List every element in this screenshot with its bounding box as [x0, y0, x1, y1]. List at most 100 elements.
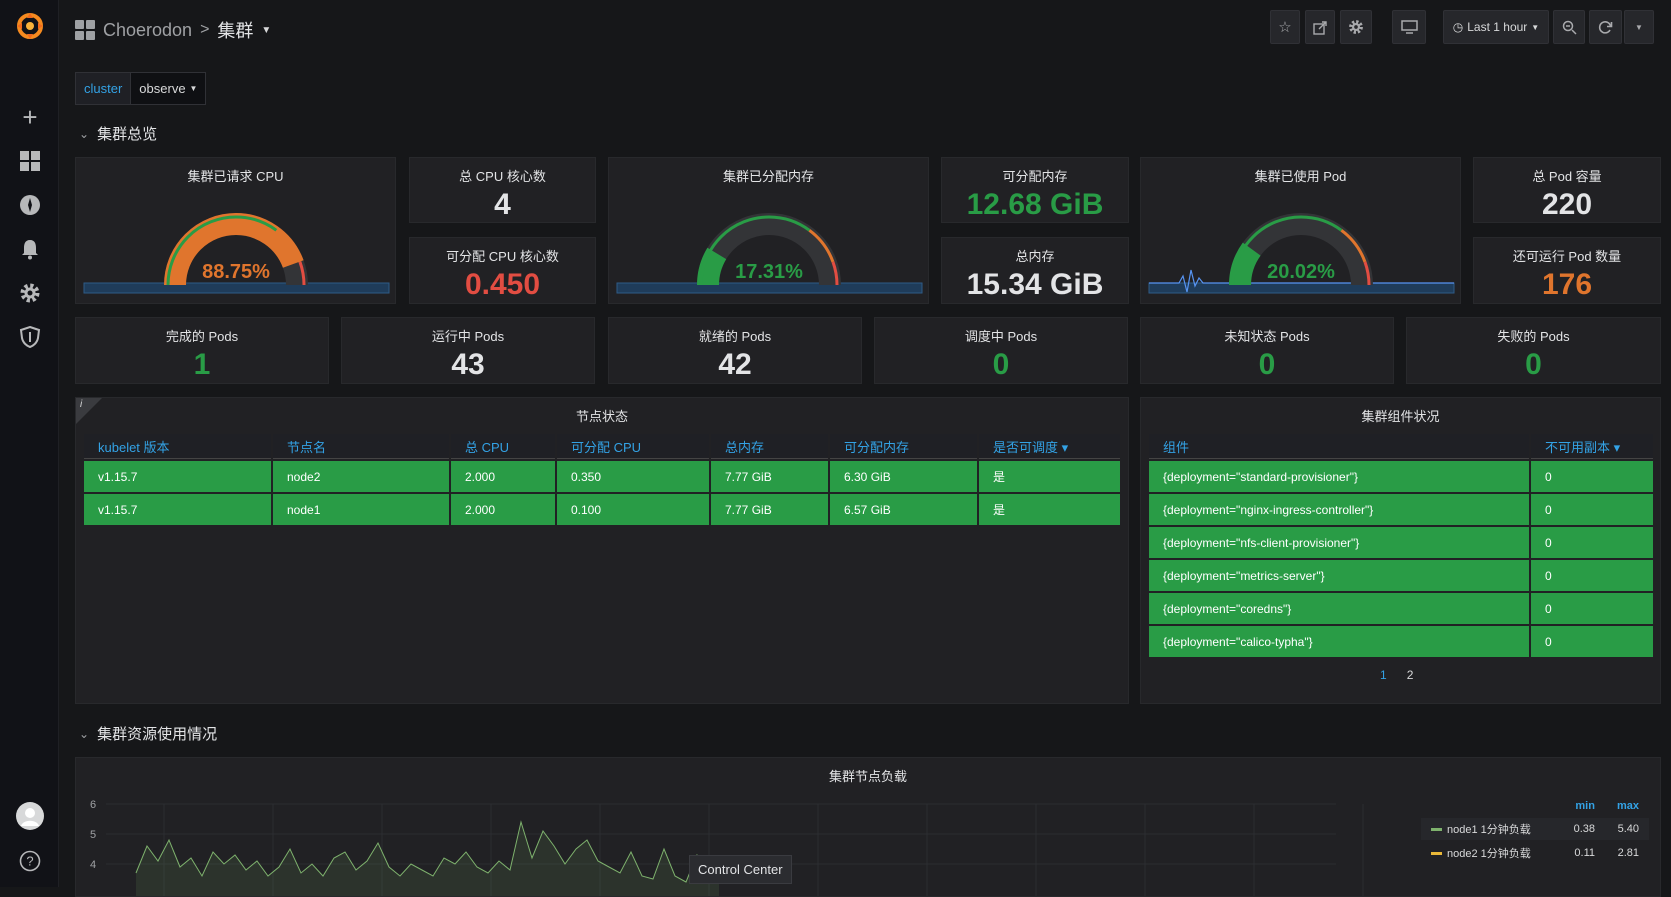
table-pagination: 1 2: [1380, 668, 1413, 682]
column-header[interactable]: 节点名: [273, 434, 449, 459]
refresh-button[interactable]: [1589, 10, 1622, 44]
legend-min: 0.11: [1574, 847, 1595, 859]
column-header[interactable]: kubelet 版本: [84, 434, 271, 459]
column-header[interactable]: 组件: [1149, 434, 1529, 459]
legend-min: 0.38: [1573, 823, 1595, 835]
stat-value: 220: [1541, 188, 1593, 221]
table-cell: v1.15.7: [84, 461, 271, 492]
panel-cluster-components[interactable]: 集群组件状况 组件 不可用副本 ▾ {deployment="standard-…: [1140, 397, 1661, 704]
panel-pending-pods[interactable]: 调度中 Pods 0: [874, 317, 1128, 384]
table-row: {deployment="metrics-server"} 0: [1149, 560, 1653, 591]
table-row: v1.15.7 node1 2.000 0.100 7.77 GiB 6.57 …: [84, 494, 1120, 525]
panel-failed-pods[interactable]: 失败的 Pods 0: [1406, 317, 1661, 384]
legend-series-name: node1 1分钟负载: [1447, 824, 1531, 836]
column-header[interactable]: 总内存: [711, 434, 828, 459]
legend-max: 5.40: [1617, 823, 1639, 835]
legend-item[interactable]: node1 1分钟负载 0.38 5.40: [1421, 818, 1649, 840]
grafana-logo-icon[interactable]: [14, 10, 46, 42]
node-status-table: kubelet 版本 节点名 总 CPU 可分配 CPU 总内存 可分配内存 是…: [82, 432, 1122, 527]
panel-node-load-chart[interactable]: 集群节点负载 6 5 4 min max node1 1分钟负载 0.38 5.40…: [75, 757, 1661, 897]
row-header-overview[interactable]: ⌄ 集群总览: [79, 123, 157, 144]
tv-mode-button[interactable]: [1392, 10, 1426, 44]
variable-select-cluster[interactable]: observe ▼: [131, 72, 207, 105]
table-cell: {deployment="nfs-client-provisioner"}: [1149, 527, 1529, 558]
plus-icon[interactable]: +: [14, 101, 46, 133]
gauge-value: 20.02%: [1267, 261, 1335, 283]
row-title-text: 集群资源使用情况: [97, 726, 218, 743]
panel-total-memory[interactable]: 总内存 15.34 GiB: [941, 237, 1129, 304]
stat-value: 42: [718, 348, 752, 381]
configuration-gear-icon[interactable]: [14, 277, 46, 309]
table-cell: 0.350: [557, 461, 709, 492]
stat-value: 0: [992, 348, 1010, 381]
legend-max: 2.81: [1617, 847, 1639, 859]
panel-title: 失败的 Pods: [1497, 329, 1570, 344]
table-row: {deployment="calico-typha"} 0: [1149, 626, 1653, 657]
panel-title: 总 CPU 核心数: [459, 169, 546, 184]
caret-down-icon[interactable]: ▼: [261, 25, 271, 36]
explore-compass-icon[interactable]: [14, 189, 46, 221]
column-header[interactable]: 总 CPU: [451, 434, 555, 459]
help-question-icon[interactable]: ?: [14, 845, 46, 877]
refresh-interval-dropdown[interactable]: ▼: [1624, 10, 1654, 44]
panel-ready-pods[interactable]: 就绪的 Pods 42: [608, 317, 862, 384]
panel-node-status[interactable]: i 节点状态 kubelet 版本 节点名 总 CPU 可分配 CPU 总内存 …: [75, 397, 1129, 704]
dashboards-icon[interactable]: [14, 145, 46, 177]
legend-item[interactable]: node2 1分钟负载 0.11 2.81: [1421, 842, 1649, 864]
table-row: {deployment="standard-provisioner"} 0: [1149, 461, 1653, 492]
series-area: [136, 822, 719, 896]
panel-title: 运行中 Pods: [431, 329, 505, 344]
clock-icon: ◷: [1452, 20, 1464, 34]
zoom-out-button[interactable]: [1553, 10, 1585, 44]
stat-value: 0: [1525, 348, 1542, 381]
panel-title: 还可运行 Pod 数量: [1512, 249, 1622, 264]
table-cell: {deployment="nginx-ingress-controller"}: [1149, 494, 1529, 525]
table-cell: 0: [1531, 560, 1653, 591]
column-header[interactable]: 可分配 CPU: [557, 434, 709, 459]
page-link[interactable]: 2: [1407, 668, 1414, 682]
table-cell: 7.77 GiB: [711, 494, 828, 525]
svg-text:?: ?: [26, 854, 33, 869]
gauge-cpu-requested: 88.75%: [83, 213, 390, 294]
star-button[interactable]: ☆: [1270, 10, 1300, 44]
panel-title: 完成的 Pods: [165, 329, 239, 344]
panel-completed-pods[interactable]: 完成的 Pods 1: [75, 317, 329, 384]
panel-running-pods[interactable]: 运行中 Pods 43: [341, 317, 595, 384]
panel-cpu-requested[interactable]: 集群已请求 CPU 88.75%: [75, 157, 396, 304]
template-variables: cluster observe ▼: [75, 72, 207, 105]
dashboard-title[interactable]: 集群: [217, 17, 253, 43]
settings-gear-button[interactable]: [1340, 10, 1372, 44]
chart-legend: min max node1 1分钟负载 0.38 5.40 node2 1分钟负…: [1421, 800, 1649, 864]
panel-total-cpu[interactable]: 总 CPU 核心数 4: [409, 157, 596, 223]
gauge-value: 88.75%: [202, 261, 270, 283]
y-tick-label: 6: [90, 799, 96, 811]
panel-memory-allocated[interactable]: 集群已分配内存 17.31%: [608, 157, 929, 304]
table-cell: 是: [979, 461, 1120, 492]
chevron-down-icon: ⌄: [79, 126, 90, 141]
column-header[interactable]: 是否可调度 ▾: [979, 434, 1120, 459]
panel-pods-remaining[interactable]: 还可运行 Pod 数量 176: [1473, 237, 1661, 304]
breadcrumb-folder[interactable]: Choerodon: [103, 20, 192, 41]
table-cell: 0.100: [557, 494, 709, 525]
chevron-down-icon: ⌄: [79, 726, 90, 741]
dashboard-navbar: Choerodon > 集群 ▼ ☆ ◷ Last 1 hour ▼ ▼: [59, 0, 1671, 56]
server-admin-shield-icon[interactable]: [14, 321, 46, 353]
panel-allocatable-cpu[interactable]: 可分配 CPU 核心数 0.450: [409, 237, 596, 304]
alerting-bell-icon[interactable]: [14, 233, 46, 265]
column-header[interactable]: 不可用副本 ▾: [1531, 434, 1653, 459]
column-header[interactable]: 可分配内存: [830, 434, 977, 459]
stat-value: 0.450: [464, 268, 541, 301]
table-row: v1.15.7 node2 2.000 0.350 7.77 GiB 6.30 …: [84, 461, 1120, 492]
user-avatar-icon[interactable]: [14, 800, 46, 832]
time-picker-button[interactable]: ◷ Last 1 hour ▼: [1443, 10, 1549, 44]
table-cell: 是: [979, 494, 1120, 525]
panel-allocatable-memory[interactable]: 可分配内存 12.68 GiB: [941, 157, 1129, 223]
share-button[interactable]: [1305, 10, 1335, 44]
legend-header-max: max: [1616, 800, 1639, 812]
page-link-active[interactable]: 1: [1380, 668, 1387, 682]
panel-title: 调度中 Pods: [964, 329, 1038, 344]
row-header-resources[interactable]: ⌄ 集群资源使用情况: [79, 723, 217, 744]
panel-unknown-pods[interactable]: 未知状态 Pods 0: [1140, 317, 1394, 384]
panel-pod-capacity[interactable]: 总 Pod 容量 220: [1473, 157, 1661, 223]
panel-pods-used[interactable]: 集群已使用 Pod 20.02%: [1140, 157, 1461, 304]
